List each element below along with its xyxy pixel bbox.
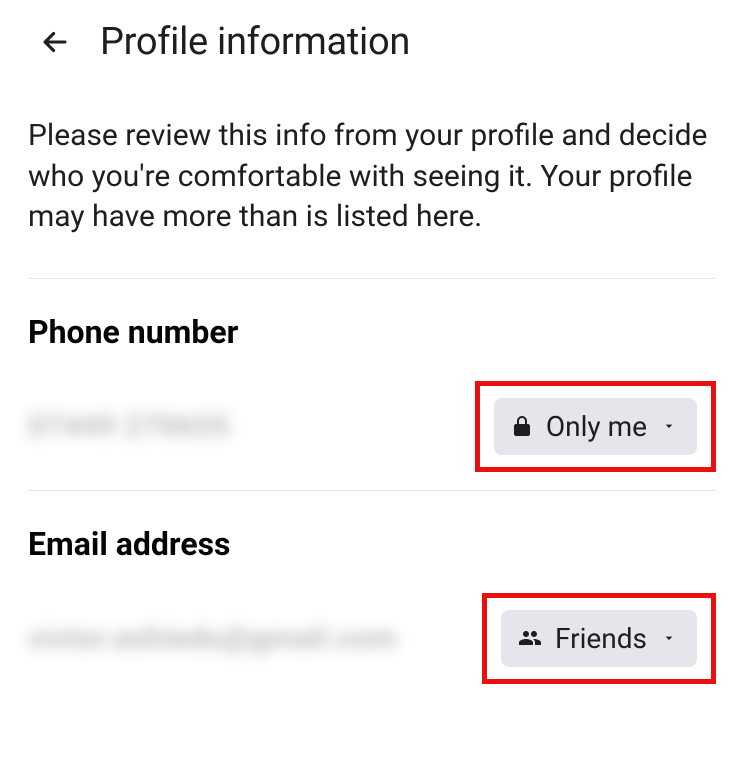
header: Profile information — [0, 0, 744, 92]
audience-selector-email[interactable]: Friends — [501, 610, 697, 667]
lock-icon — [510, 414, 534, 438]
caret-down-icon — [661, 418, 677, 434]
audience-label: Friends — [555, 622, 647, 655]
annotation-highlight: Only me — [475, 381, 716, 472]
friends-icon — [517, 626, 543, 650]
caret-down-icon — [661, 630, 677, 646]
section-title-phone: Phone number — [28, 313, 716, 351]
section-email: Email address victor.ashiedu@gmail.com F… — [0, 491, 744, 702]
phone-value: 07449 270655 — [28, 409, 230, 444]
section-phone: Phone number 07449 270655 Only me — [0, 279, 744, 490]
page-title: Profile information — [100, 20, 410, 64]
audience-label: Only me — [546, 410, 647, 443]
back-arrow-icon[interactable] — [38, 25, 72, 59]
annotation-highlight: Friends — [482, 593, 716, 684]
row-phone: 07449 270655 Only me — [28, 381, 716, 472]
section-title-email: Email address — [28, 525, 716, 563]
email-value: victor.ashiedu@gmail.com — [28, 621, 397, 656]
row-email: victor.ashiedu@gmail.com Friends — [28, 593, 716, 684]
audience-selector-phone[interactable]: Only me — [494, 398, 697, 455]
page-description: Please review this info from your profil… — [0, 92, 744, 278]
